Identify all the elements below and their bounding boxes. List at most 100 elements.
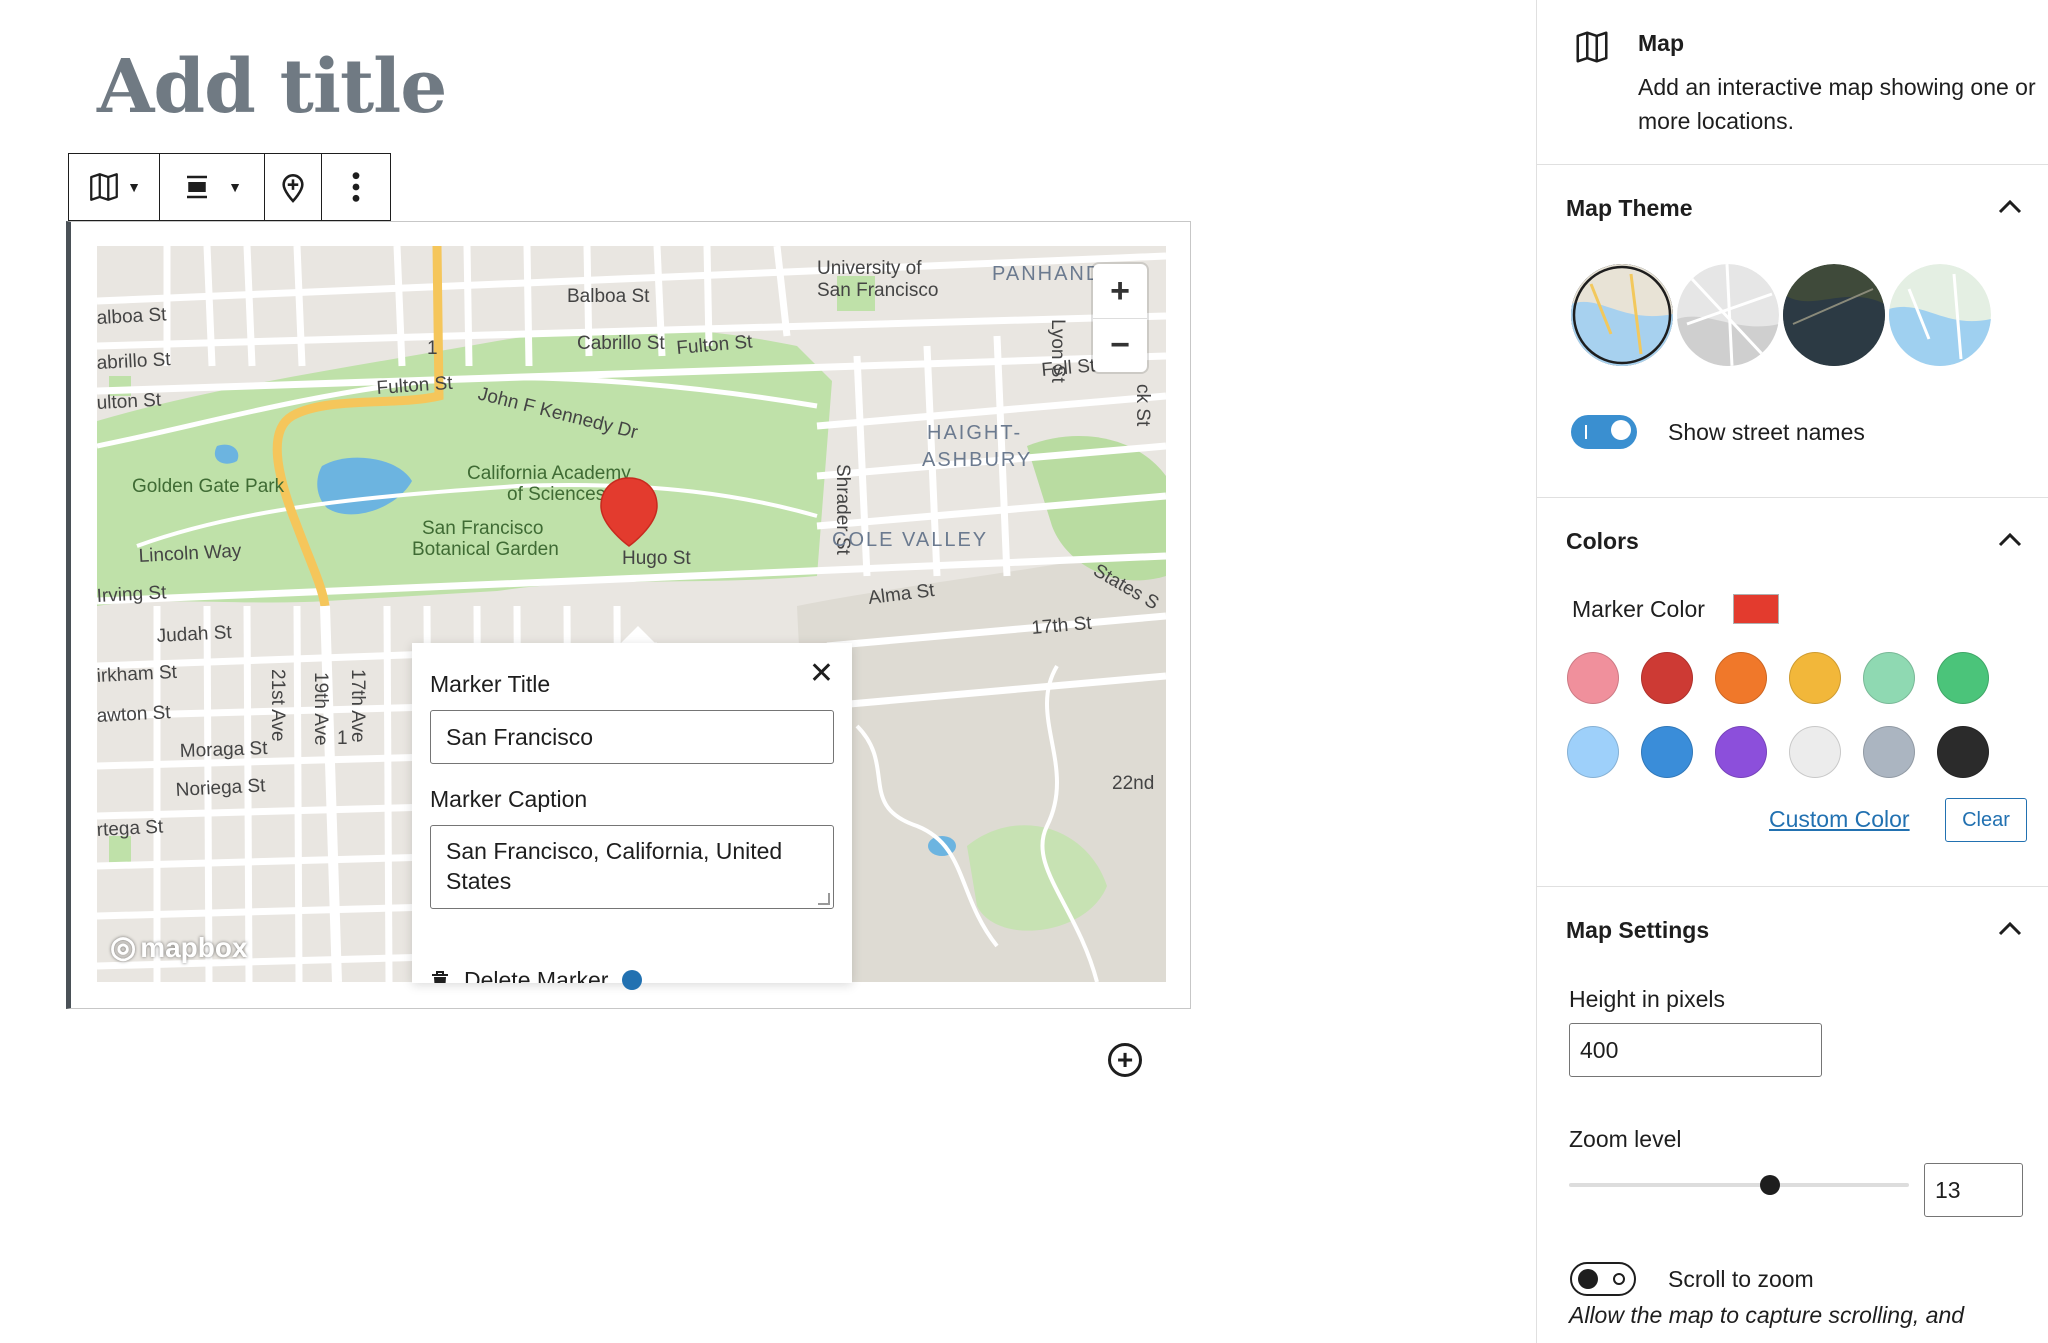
map-street-label: ASHBURY xyxy=(922,449,1032,471)
map-street-label: Hugo St xyxy=(622,548,691,569)
more-options-button[interactable] xyxy=(322,154,390,220)
custom-color-link[interactable]: Custom Color xyxy=(1769,806,1910,833)
map-street-label: 1 xyxy=(427,338,438,359)
chevron-up-icon[interactable] xyxy=(1997,921,2023,937)
block-description: Add an interactive map showing one or mo… xyxy=(1638,74,2036,134)
color-swatch[interactable] xyxy=(1641,652,1693,704)
zoom-slider-track[interactable] xyxy=(1569,1183,1909,1187)
map-settings-title[interactable]: Map Settings xyxy=(1566,917,1709,944)
map-street-label: Judah St xyxy=(156,622,233,647)
delete-marker-label: Delete Marker xyxy=(464,967,609,983)
scroll-to-zoom-toggle[interactable] xyxy=(1570,1262,1636,1296)
map-icon xyxy=(1576,31,1608,63)
scroll-to-zoom-help: Allow the map to capture scrolling, and xyxy=(1569,1302,1965,1328)
close-popup-button[interactable]: ✕ xyxy=(809,659,834,689)
clear-color-button[interactable]: Clear xyxy=(1945,798,2027,842)
color-swatch[interactable] xyxy=(1715,652,1767,704)
map-street-label: 1 xyxy=(337,728,348,749)
color-swatch[interactable] xyxy=(1863,652,1915,704)
toggle-knob xyxy=(1578,1269,1598,1289)
scroll-to-zoom-label: Scroll to zoom xyxy=(1668,1266,1814,1292)
show-street-names-toggle[interactable] xyxy=(1571,415,1637,449)
zoom-in-button[interactable]: + xyxy=(1093,264,1147,318)
map-theme-panel: Map Theme Show street names xyxy=(1537,165,2048,498)
colors-panel: Colors Marker Color Custom Color Clear xyxy=(1537,498,2048,887)
theme-black-and-white[interactable] xyxy=(1677,264,1779,366)
block-name: Map xyxy=(1638,30,1684,56)
toggle-off-indicator xyxy=(1613,1273,1625,1285)
map-street-label: COLE VALLEY xyxy=(832,529,988,551)
map-street-label: University of xyxy=(817,258,922,279)
map-street-label: of Sciences xyxy=(507,484,605,505)
focus-indicator xyxy=(622,970,642,990)
map-street-label: Cabrillo St xyxy=(577,333,665,354)
align-center-icon xyxy=(187,175,208,199)
caret-down-icon: ▼ xyxy=(228,179,242,195)
add-marker-icon xyxy=(282,174,304,203)
block-inserter-button[interactable]: + xyxy=(1108,1043,1142,1077)
map-street-label: Botanical Garden xyxy=(412,539,559,560)
theme-satellite[interactable] xyxy=(1783,264,1885,366)
mapbox-logo-text: mapbox xyxy=(140,931,248,963)
map-street-label: 17th Ave xyxy=(347,669,368,743)
colors-title[interactable]: Colors xyxy=(1566,528,1639,555)
map-street-label: San Francisco xyxy=(422,518,543,539)
settings-sidebar: Map Add an interactive map showing one o… xyxy=(1536,0,2048,1343)
marker-color-label: Marker Color xyxy=(1572,596,1705,622)
marker-title-input[interactable]: San Francisco xyxy=(430,710,834,764)
map-street-label: Golden Gate Park xyxy=(132,476,285,497)
zoom-out-button[interactable]: − xyxy=(1093,318,1147,372)
align-control[interactable]: ▼ xyxy=(160,154,265,220)
toggle-knob xyxy=(1611,420,1631,440)
map-street-label: California Academy xyxy=(467,463,631,484)
post-title-placeholder[interactable]: Add title xyxy=(97,44,447,130)
color-swatch[interactable] xyxy=(1567,652,1619,704)
color-swatch[interactable] xyxy=(1937,726,1989,778)
map-street-label: San Francisco xyxy=(817,280,938,301)
popup-arrow xyxy=(620,626,656,644)
block-card: Map Add an interactive map showing one o… xyxy=(1537,0,2048,165)
map-street-label: Irving St xyxy=(97,582,168,607)
map-street-label: Balboa St xyxy=(567,286,650,307)
editor-screen: Add title ▼ ▼ Balboa St alboa St Cabrill… xyxy=(0,0,2048,1343)
color-swatch[interactable] xyxy=(1789,726,1841,778)
map-street-label: awton St xyxy=(97,702,172,727)
marker-caption-textarea[interactable]: San Francisco, California, United States xyxy=(430,825,834,909)
height-input[interactable]: 400 xyxy=(1569,1023,1822,1077)
map-street-label: 21st Ave xyxy=(267,669,288,742)
color-swatch[interactable] xyxy=(1715,726,1767,778)
chevron-up-icon[interactable] xyxy=(1997,199,2023,215)
map-street-label: ck St xyxy=(1132,384,1153,427)
toggle-on-indicator xyxy=(1585,425,1587,439)
marker-caption-text: San Francisco, California, United States xyxy=(446,838,783,894)
map-theme-title[interactable]: Map Theme xyxy=(1566,195,1693,222)
color-swatch[interactable] xyxy=(1789,652,1841,704)
color-swatch[interactable] xyxy=(1641,726,1693,778)
block-type-switcher[interactable]: ▼ xyxy=(69,154,160,220)
resize-handle[interactable] xyxy=(818,893,830,905)
mapbox-logo: ◎ mapbox xyxy=(110,930,248,965)
block-toolbar: ▼ ▼ xyxy=(68,153,391,221)
color-swatch[interactable] xyxy=(1937,652,1989,704)
theme-terrain[interactable] xyxy=(1889,264,1991,366)
color-swatch[interactable] xyxy=(1567,726,1619,778)
marker-popup: ✕ Marker Title San Francisco Marker Capt… xyxy=(412,643,852,983)
chevron-up-icon[interactable] xyxy=(1997,532,2023,548)
theme-default[interactable] xyxy=(1571,264,1673,366)
trash-icon xyxy=(432,970,448,983)
add-marker-button[interactable] xyxy=(265,154,322,220)
color-swatch[interactable] xyxy=(1863,726,1915,778)
map-street-label: rtega St xyxy=(97,817,164,841)
map-zoom-control: + − xyxy=(1093,264,1147,372)
zoom-level-input[interactable]: 13 xyxy=(1924,1163,2023,1217)
color-palette xyxy=(1567,652,1989,778)
mapbox-logo-icon: ◎ xyxy=(110,931,137,964)
zoom-slider-thumb[interactable] xyxy=(1759,1175,1780,1195)
map-street-label: abrillo St xyxy=(97,349,172,374)
map-street-label: 22nd xyxy=(1112,773,1154,794)
map-street-label: alboa St xyxy=(97,304,168,329)
map-street-label: HAIGHT- xyxy=(927,422,1022,444)
zoom-level-label: Zoom level xyxy=(1569,1126,1682,1152)
show-street-names-label: Show street names xyxy=(1668,419,1865,445)
theme-options xyxy=(1571,264,1991,366)
